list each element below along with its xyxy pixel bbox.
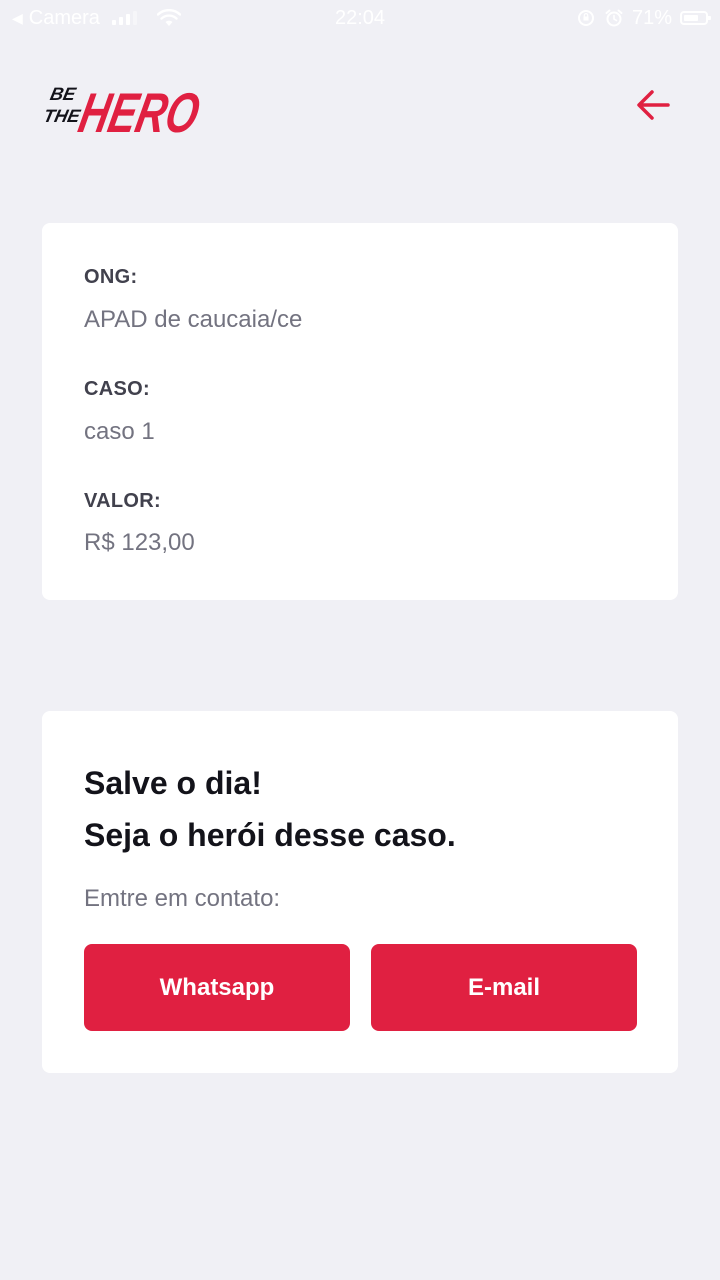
battery-tip [708, 16, 711, 20]
detail-screen: ◀ Camera 22:04 71% BE THE HERO ONG: APAD… [0, 0, 720, 1280]
logo-the-text: THE [42, 106, 83, 126]
back-arrow-icon[interactable] [632, 84, 674, 126]
case-value: caso 1 [84, 418, 155, 445]
be-the-hero-logo: BE THE HERO [42, 82, 205, 140]
incident-card: ONG: APAD de caucaia/ce CASO: caso 1 VAL… [42, 223, 678, 600]
logo-hero-text: HERO [74, 82, 205, 140]
contact-title-line-2: Seja o herói desse caso. [84, 817, 456, 853]
contact-card: Salve o dia! Seja o herói desse caso. Em… [42, 711, 678, 1073]
email-button[interactable]: E-mail [371, 944, 637, 1031]
value-amount: R$ 123,00 [84, 529, 195, 556]
contact-prompt: Emtre em contato: [84, 885, 281, 912]
contact-title-line-1: Salve o dia! [84, 765, 262, 801]
battery-percentage: 71% [631, 7, 672, 29]
ong-label: ONG: [84, 266, 138, 288]
contact-title: Salve o dia! Seja o herói desse caso. [84, 757, 456, 861]
ong-value: APAD de caucaia/ce [84, 306, 303, 333]
orientation-lock-icon [577, 10, 594, 26]
alarm-icon [605, 9, 623, 27]
status-right: 71% [576, 6, 711, 30]
logo-be-text: BE [48, 84, 78, 104]
status-bar: ◀ Camera 22:04 71% [0, 0, 720, 38]
battery-icon [680, 11, 711, 25]
whatsapp-button[interactable]: Whatsapp [84, 944, 350, 1031]
battery-level-fill [684, 15, 698, 21]
value-label: VALOR: [84, 490, 161, 512]
case-label: CASO: [84, 378, 150, 400]
